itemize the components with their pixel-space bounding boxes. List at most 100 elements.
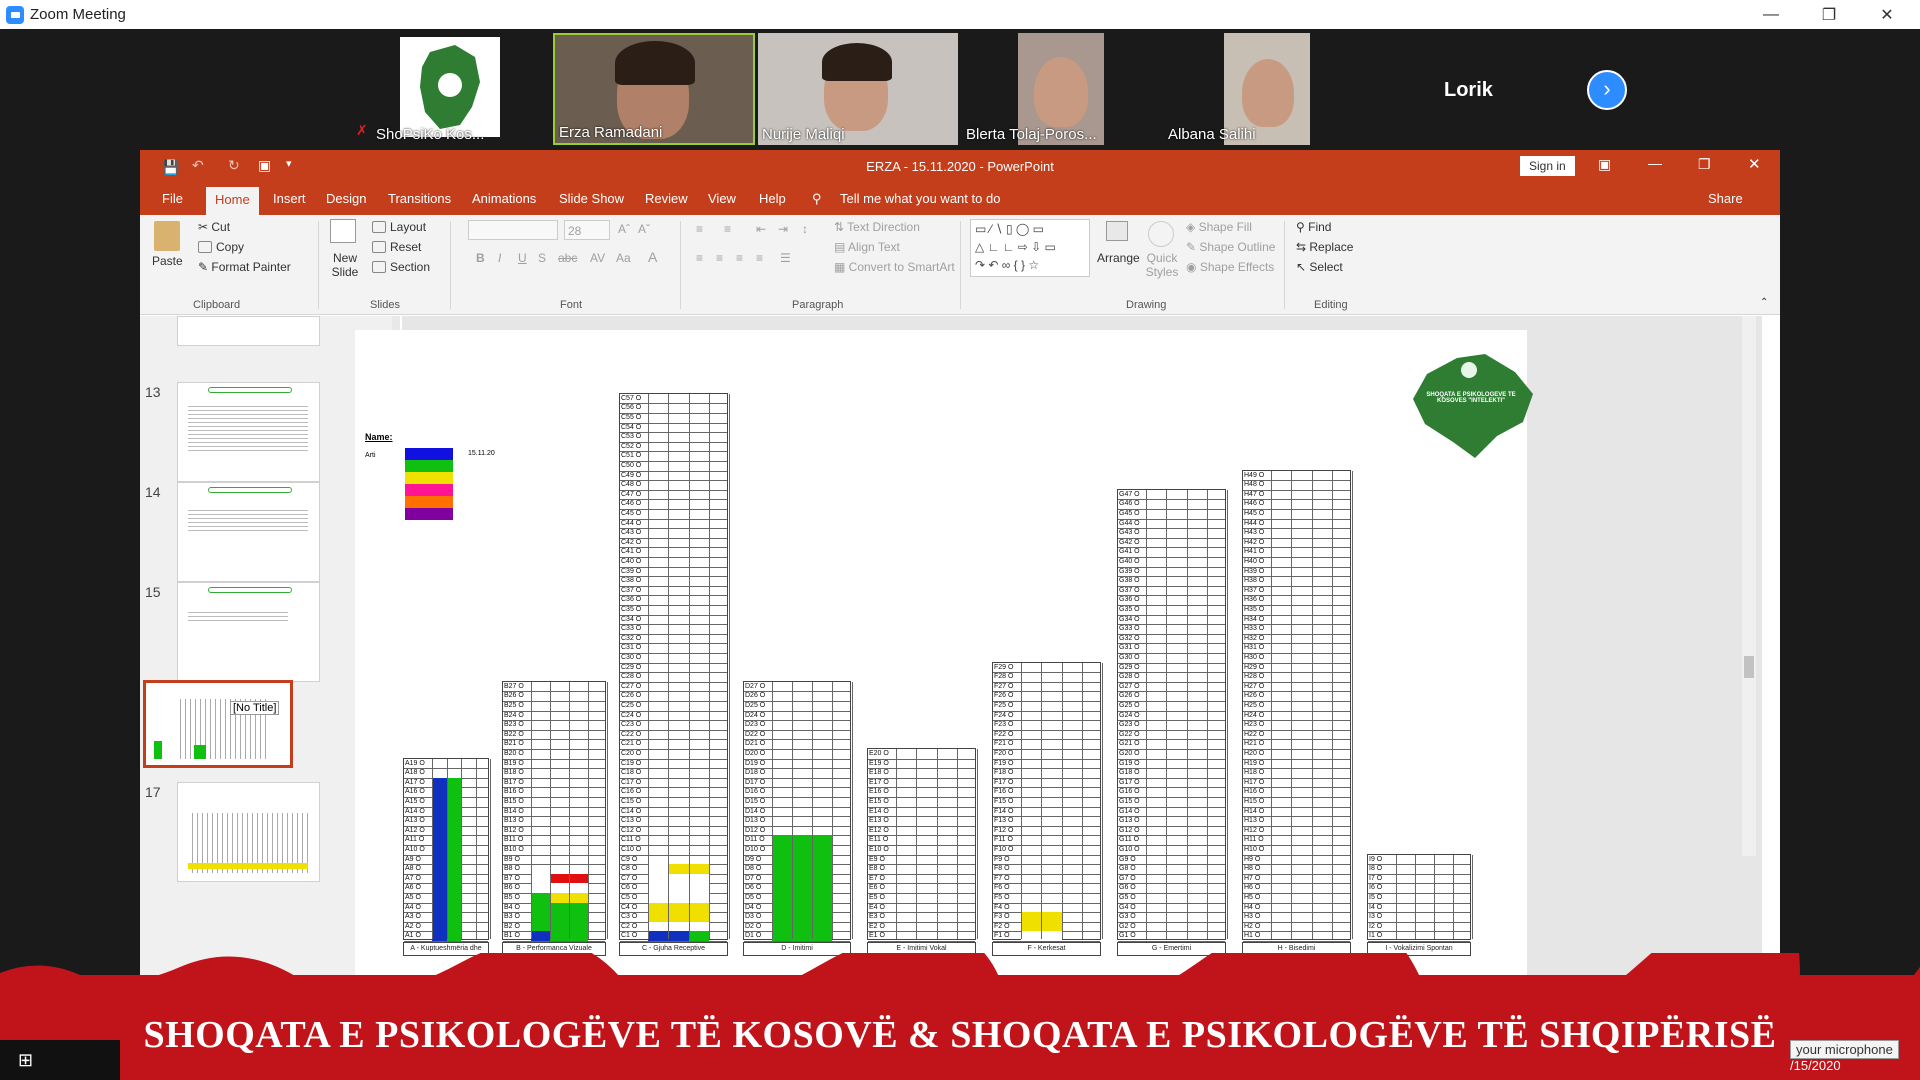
item-label: C56 O [621,404,642,412]
quick-styles-icon[interactable] [1148,221,1174,247]
align-left-icon[interactable]: ≡ [696,251,703,265]
sign-in-button[interactable]: Sign in [1520,156,1575,176]
reset-button[interactable]: Reset [372,240,421,254]
item-label: E19 O [869,759,889,767]
line-spacing-icon[interactable]: ↕ [802,222,808,236]
skill-columns: A19 O A18 O A17 O A16 O A15 O A14 O A13 O A12 O… [355,330,1527,980]
strikethrough-icon[interactable]: abc [558,251,577,265]
slide-thumbnail[interactable] [177,582,320,682]
text-direction-button[interactable]: ⇅ Text Direction [834,220,920,234]
tab-home[interactable]: Home [206,187,259,215]
slide-number: 15 [145,584,161,600]
collapse-ribbon-icon[interactable]: ⌃ [1760,297,1768,308]
slide-thumbnail[interactable] [177,482,320,582]
slide-thumbnail[interactable] [177,382,320,482]
underline-icon[interactable]: U [518,251,527,265]
bullets-icon[interactable]: ≡ [696,222,703,236]
copy-button[interactable]: Copy [198,240,244,254]
font-size-field[interactable]: 28 [564,220,610,240]
tab-insert[interactable]: Insert [273,191,306,206]
layout-button[interactable]: Layout [372,220,426,234]
bold-icon[interactable]: B [476,251,485,265]
paste-button[interactable]: Paste [152,254,183,268]
item-label: C43 O [621,529,642,537]
grow-font-icon[interactable]: Aˆ [618,222,630,236]
numbering-icon[interactable]: ≡ [724,222,731,236]
item-label: B17 O [504,778,524,786]
windows-start-icon[interactable]: ⊞ [18,1050,33,1071]
close-icon[interactable]: ✕ [1858,0,1916,29]
minimize-icon[interactable]: — [1648,155,1662,171]
quick-styles-button[interactable]: Quick Styles [1142,251,1182,279]
font-name-field[interactable] [468,220,558,240]
new-slide-button[interactable]: New Slide [325,251,365,279]
section-button[interactable]: Section [372,260,430,274]
columns-icon[interactable]: ☰ [780,251,791,265]
close-icon[interactable]: ✕ [1748,155,1761,173]
item-label: C19 O [621,759,642,767]
next-participants-arrow-icon[interactable]: › [1587,70,1627,110]
participant-tile[interactable]: Nurije Maliqi [758,33,958,145]
decrease-indent-icon[interactable]: ⇤ [756,222,766,236]
item-label: G14 O [1119,807,1140,815]
item-label: D23 O [745,721,766,729]
share-button[interactable]: Share [1708,191,1743,206]
minimize-icon[interactable]: — [1742,0,1800,29]
item-label: F1 O [994,932,1010,940]
paste-icon[interactable] [154,221,180,251]
arrange-button[interactable]: Arrange [1097,251,1140,265]
slide-canvas[interactable]: Name: Arti 15.11.20 SHOQATA E PSIKOLOGEV… [355,330,1533,980]
item-label: H7 O [1244,874,1261,882]
find-button[interactable]: ⚲ Find [1296,220,1331,234]
shape-outline-button[interactable]: ✎ Shape Outline [1186,240,1275,254]
justify-icon[interactable]: ≡ [756,251,763,265]
participant-tile[interactable]: Albana Salihi [1164,33,1368,145]
item-label: G46 O [1119,500,1140,508]
align-center-icon[interactable]: ≡ [716,251,723,265]
format-painter-button[interactable]: ✎ Format Painter [198,260,291,274]
shrink-font-icon[interactable]: Aˇ [638,222,650,236]
increase-indent-icon[interactable]: ⇥ [778,222,788,236]
shape-fill-button[interactable]: ◈ Shape Fill [1186,220,1252,234]
restore-icon[interactable]: ❐ [1698,156,1711,173]
restore-icon[interactable]: ❐ [1800,0,1858,29]
shapes-gallery[interactable]: ▭ ⁄ ∖ ▯ ◯ ▭ △ ∟ ∟ ⇨ ⇩ ▭ ↷ ↶ ∞ { } ☆ [970,219,1090,277]
tab-animations[interactable]: Animations [472,191,536,206]
select-button[interactable]: ↖ Select [1296,260,1343,274]
tab-design[interactable]: Design [326,191,366,206]
shadow-icon[interactable]: S [538,251,546,265]
tab-review[interactable]: Review [645,191,688,206]
slide-thumbnail-selected[interactable]: [No Title] [143,680,293,768]
ribbon-display-options-icon[interactable]: ▣ [1598,156,1611,173]
shape-effects-button[interactable]: ◉ Shape Effects [1186,260,1274,274]
slide-thumbnail[interactable] [177,782,320,882]
editor-scrollbar[interactable] [1742,316,1756,856]
change-case-icon[interactable]: Aa [616,251,631,265]
item-label: C9 O [621,855,638,863]
item-mark [648,864,669,874]
tab-transitions[interactable]: Transitions [388,191,451,206]
participant-tile[interactable]: Blerta Tolaj-Poros... [962,33,1160,145]
align-text-button[interactable]: ▤ Align Text [834,240,900,254]
arrange-icon[interactable] [1106,221,1128,241]
italic-icon[interactable]: I [498,251,501,265]
tell-me-search[interactable]: Tell me what you want to do [840,191,1000,206]
item-label: G12 O [1119,826,1140,834]
item-label: B9 O [504,855,520,863]
slide-thumbnail[interactable] [177,316,320,346]
tab-view[interactable]: View [708,191,736,206]
convert-smartart-button[interactable]: ▦ Convert to SmartArt [834,260,955,274]
new-slide-icon[interactable] [330,219,356,243]
cut-button[interactable]: ✂ Cut [198,220,230,234]
tab-help[interactable]: Help [759,191,786,206]
replace-button[interactable]: ⇆ Replace [1296,240,1353,254]
align-right-icon[interactable]: ≡ [736,251,743,265]
char-spacing-icon[interactable]: AV [590,251,605,265]
font-color-icon[interactable]: A [648,249,657,265]
slide-number: 17 [145,784,161,800]
participant-tile[interactable]: Lorik [1370,33,1570,145]
participant-tile[interactable]: ✗ ShoPsiKo Kos... [350,33,502,145]
participant-tile-active-speaker[interactable]: Erza Ramadani [553,33,755,145]
tab-file[interactable]: File [162,191,183,206]
tab-slide-show[interactable]: Slide Show [559,191,624,206]
